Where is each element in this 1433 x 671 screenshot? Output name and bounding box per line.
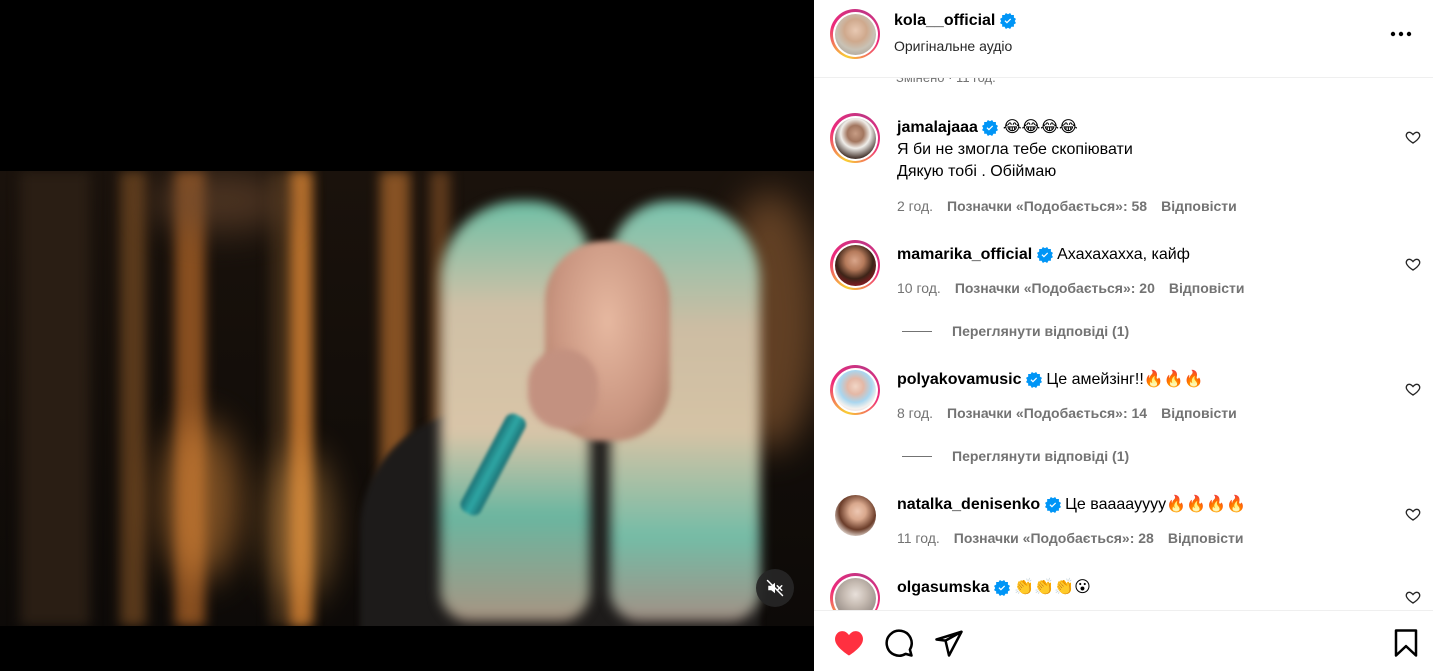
post-header: kola__official Оригінальне аудіо xyxy=(814,0,1433,78)
audio-label[interactable]: Оригінальне аудіо xyxy=(894,38,1012,54)
reply-button[interactable]: Відповісти xyxy=(1161,198,1237,214)
comment-time[interactable]: 8 год. xyxy=(897,405,933,421)
author-username[interactable]: kola__official xyxy=(894,12,995,30)
video-frame[interactable] xyxy=(0,171,814,626)
bookmark-icon xyxy=(1394,629,1418,657)
commenter-username[interactable]: natalka_denisenko xyxy=(897,496,1040,513)
heart-outline-icon[interactable] xyxy=(1405,256,1421,272)
verified-badge-icon xyxy=(993,579,1010,596)
commenter-avatar[interactable] xyxy=(830,240,880,290)
comment-likes[interactable]: Позначки «Подобається»: 58 xyxy=(947,198,1147,214)
comment-button[interactable] xyxy=(883,627,915,659)
comment-text: Дякую тобі . Обіймаю xyxy=(897,163,1057,180)
comment-text: 👏👏👏😮 xyxy=(1014,579,1091,596)
comment-text: Це вааааyyyy🔥🔥🔥🔥 xyxy=(1065,496,1246,513)
heart-filled-icon xyxy=(835,631,863,656)
reply-button[interactable]: Відповісти xyxy=(1161,405,1237,421)
post-action-bar xyxy=(814,610,1433,671)
comment-body: olgasumska 👏👏👏😮 xyxy=(897,577,1377,599)
replies-divider xyxy=(902,330,932,332)
share-icon xyxy=(935,630,963,657)
verified-badge-icon xyxy=(1036,246,1053,263)
share-button[interactable] xyxy=(933,627,965,659)
commenter-username[interactable]: jamalajaaa xyxy=(897,119,978,136)
heart-outline-icon[interactable] xyxy=(1405,381,1421,397)
comment-meta: 8 год. Позначки «Подобається»: 14 Відпов… xyxy=(897,405,1237,421)
heart-outline-icon[interactable] xyxy=(1405,129,1421,145)
comment-body: mamarika_official Ахахахахха, кайф xyxy=(897,244,1377,266)
reply-button[interactable]: Відповісти xyxy=(1169,280,1245,296)
view-replies-button[interactable]: Переглянути відповіді (1) xyxy=(902,448,1129,464)
video-player[interactable] xyxy=(0,0,814,671)
comment-likes[interactable]: Позначки «Подобається»: 20 xyxy=(955,280,1155,296)
verified-badge-icon xyxy=(982,119,999,136)
verified-badge-icon xyxy=(1000,13,1017,29)
comment-likes[interactable]: Позначки «Подобається»: 28 xyxy=(954,530,1154,546)
comment-text: 😂😂😂😂 xyxy=(1002,119,1078,136)
commenter-username[interactable]: mamarika_official xyxy=(897,246,1032,263)
view-replies-label: Переглянути відповіді (1) xyxy=(952,448,1130,464)
mute-toggle-button[interactable] xyxy=(756,569,794,607)
view-replies-button[interactable]: Переглянути відповіді (1) xyxy=(902,323,1129,339)
comment-icon xyxy=(885,629,913,657)
commenter-avatar[interactable] xyxy=(830,113,880,163)
comment-likes[interactable]: Позначки «Подобається»: 14 xyxy=(947,405,1147,421)
comment-body: natalka_denisenko Це вааааyyyy🔥🔥🔥🔥 xyxy=(897,494,1377,516)
muted-speaker-icon xyxy=(766,579,784,597)
commenter-avatar[interactable] xyxy=(830,490,880,540)
like-button[interactable] xyxy=(833,627,865,659)
commenter-avatar[interactable] xyxy=(830,365,880,415)
verified-badge-icon xyxy=(1044,496,1061,513)
more-options-button[interactable] xyxy=(1387,24,1415,44)
comment-text: Я би не змогла тебе скопіювати xyxy=(897,141,1133,158)
comment-time[interactable]: 11 год. xyxy=(897,530,940,546)
heart-outline-icon[interactable] xyxy=(1405,506,1421,522)
comment-time[interactable]: 2 год. xyxy=(897,198,933,214)
singer-hand xyxy=(528,349,598,429)
author-avatar[interactable] xyxy=(830,9,880,59)
more-options-icon xyxy=(1390,31,1412,37)
comment-body: polyakovamusic Це амейзінг!!🔥🔥🔥 xyxy=(897,369,1377,391)
reply-button[interactable]: Відповісти xyxy=(1168,530,1244,546)
comments-panel: kola__official Оригінальне аудіо Змінено… xyxy=(814,0,1433,671)
comment-meta: 2 год. Позначки «Подобається»: 58 Відпов… xyxy=(897,198,1237,214)
comment-meta: 10 год. Позначки «Подобається»: 20 Відпо… xyxy=(897,280,1245,296)
save-button[interactable] xyxy=(1390,627,1422,659)
commenter-username[interactable]: olgasumska xyxy=(897,579,989,596)
comment-text: Ахахахахха, кайф xyxy=(1057,246,1190,263)
verified-badge-icon xyxy=(1025,371,1042,388)
comment-time[interactable]: 10 год. xyxy=(897,280,941,296)
commenter-username[interactable]: polyakovamusic xyxy=(897,371,1022,388)
replies-divider xyxy=(902,455,932,457)
heart-outline-icon[interactable] xyxy=(1405,589,1421,605)
comment-meta: 11 год. Позначки «Подобається»: 28 Відпо… xyxy=(897,530,1243,546)
comment-body: jamalajaaa 😂😂😂😂 Я би не змогла тебе скоп… xyxy=(897,117,1377,183)
comment-text: Це амейзінг!!🔥🔥🔥 xyxy=(1046,371,1204,388)
view-replies-label: Переглянути відповіді (1) xyxy=(952,323,1130,339)
